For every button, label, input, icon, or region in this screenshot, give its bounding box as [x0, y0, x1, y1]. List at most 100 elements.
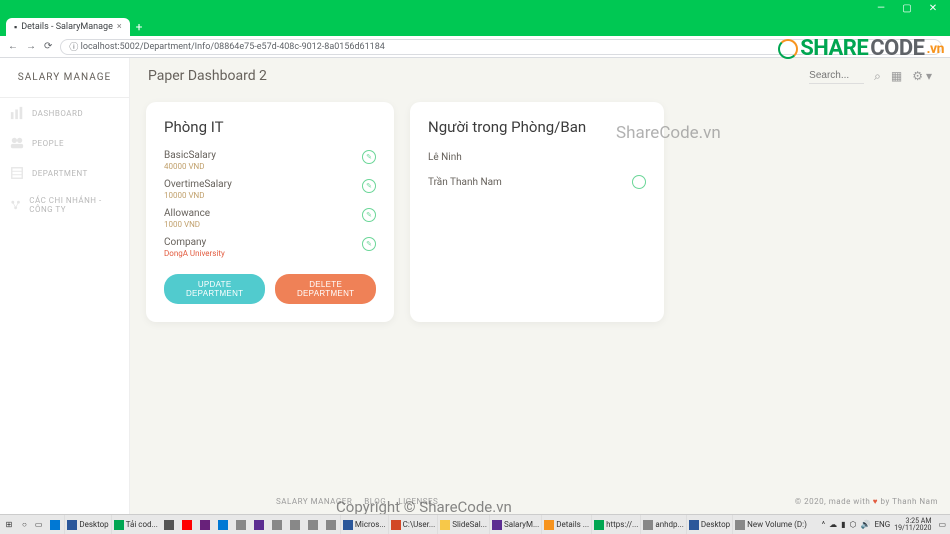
nav-forward-icon[interactable]: →: [26, 41, 36, 52]
grid-icon[interactable]: ▦: [891, 69, 902, 83]
search-input[interactable]: [809, 68, 864, 84]
copyright-suffix: by Thanh Nam: [878, 497, 938, 506]
main-content: Paper Dashboard 2 ⌕ ▦ ⚙ ▾ Phòng IT Basic…: [130, 58, 950, 514]
tray-icon[interactable]: ☁: [829, 520, 837, 529]
task-pinned-icon[interactable]: [214, 515, 232, 534]
status-circle-icon[interactable]: [632, 175, 646, 189]
url-text: localhost:5002/Department/Info/08864e75-…: [81, 42, 385, 52]
task-pinned-icon[interactable]: [196, 515, 214, 534]
sidebar-item-label: DEPARTMENT: [32, 169, 88, 178]
task-pinned-icon[interactable]: [250, 515, 268, 534]
task-view-icon[interactable]: ▭: [31, 515, 47, 534]
field-company: Company DongA University ✎: [164, 233, 376, 262]
tray-chevron-icon[interactable]: ^: [822, 520, 825, 529]
task-pinned-icon[interactable]: [322, 515, 340, 534]
branch-icon: [10, 198, 21, 212]
task-item[interactable]: Details ...: [541, 515, 591, 534]
header: Paper Dashboard 2 ⌕ ▦ ⚙ ▾: [130, 58, 950, 94]
task-search-icon[interactable]: ○: [18, 515, 31, 534]
start-button[interactable]: ⊞: [0, 520, 18, 529]
field-value: 1000 VND: [164, 220, 210, 229]
department-icon: [10, 166, 24, 180]
person-name: Trần Thanh Nam: [428, 177, 502, 188]
tray-clock[interactable]: 3:25 AM 19/11/2020: [894, 518, 934, 532]
field-left: Allowance 1000 VND: [164, 208, 210, 229]
task-pinned-icon[interactable]: [286, 515, 304, 534]
task-item[interactable]: C:\User...: [388, 515, 438, 534]
task-pinned-icon[interactable]: [178, 515, 196, 534]
nav-reload-icon[interactable]: ⟳: [44, 41, 52, 52]
field-value: 10000 VND: [164, 191, 232, 200]
dashboard-icon: [10, 106, 24, 120]
footer-copyright: © 2020, made with ♥ by Thanh Nam: [795, 497, 938, 506]
logo-text-1: SHARE: [800, 36, 868, 61]
edit-icon[interactable]: ✎: [362, 208, 376, 222]
footer-link[interactable]: BLOG: [364, 497, 386, 506]
task-item[interactable]: New Volume (D:): [732, 515, 809, 534]
people-card: Người trong Phòng/Ban Lê Ninh Trần Thanh…: [410, 102, 664, 322]
new-tab-button[interactable]: +: [136, 20, 143, 36]
task-pinned-icon[interactable]: [268, 515, 286, 534]
tray-icon[interactable]: ▮: [841, 520, 845, 529]
content-area: Phòng IT BasicSalary 40000 VND ✎ Overtim…: [130, 94, 950, 330]
button-row: UPDATE DEPARTMENT DELETE DEPARTMENT: [164, 274, 376, 304]
field-basic-salary: BasicSalary 40000 VND ✎: [164, 146, 376, 175]
field-value: 40000 VND: [164, 162, 216, 171]
task-item[interactable]: Tải cod...: [111, 515, 160, 534]
tab-title: Details - SalaryManage: [21, 22, 113, 32]
task-item[interactable]: SalaryM...: [489, 515, 541, 534]
tray-network-icon[interactable]: ⬡: [850, 520, 857, 529]
field-value: DongA University: [164, 249, 225, 258]
windows-taskbar: ⊞ ○ ▭ Desktop Tải cod... Micros... C:\Us…: [0, 514, 950, 534]
tab-close-icon[interactable]: ×: [117, 22, 122, 32]
edit-icon[interactable]: ✎: [362, 237, 376, 251]
tray-notification-icon[interactable]: ▭: [938, 520, 946, 529]
task-pinned-icon[interactable]: [232, 515, 250, 534]
task-pinned-icon[interactable]: [304, 515, 322, 534]
gear-icon[interactable]: ⚙ ▾: [912, 69, 932, 83]
task-item[interactable]: Desktop: [64, 515, 110, 534]
system-tray: ^ ☁ ▮ ⬡ 🔊 ENG 3:25 AM 19/11/2020 ▭: [822, 515, 950, 534]
logo-text-2: CODE: [870, 36, 924, 61]
person-row: Lê Ninh: [428, 146, 646, 169]
task-item[interactable]: https://...: [591, 515, 640, 534]
field-left: OvertimeSalary 10000 VND: [164, 179, 232, 200]
task-item[interactable]: SlideSal...: [437, 515, 489, 534]
sidebar-item-dashboard[interactable]: DASHBOARD: [0, 98, 129, 128]
search-icon[interactable]: ⌕: [874, 69, 881, 84]
sidebar-item-branch[interactable]: CÁC CHI NHÁNH - CÔNG TY: [0, 188, 129, 222]
edit-icon[interactable]: ✎: [362, 150, 376, 164]
tray-volume-icon[interactable]: 🔊: [861, 520, 871, 529]
task-pinned-icon[interactable]: [46, 515, 64, 534]
footer-links: SALARY MANAGER BLOG LICENSES: [276, 497, 438, 506]
window-minimize-button[interactable]: —: [868, 0, 894, 16]
tray-lang[interactable]: ENG: [874, 520, 890, 529]
tray-date: 19/11/2020: [894, 525, 931, 532]
task-item[interactable]: Micros...: [340, 515, 388, 534]
tab-favicon: ▪: [14, 22, 17, 33]
sidebar-item-label: PEOPLE: [32, 139, 64, 148]
task-pinned-icon[interactable]: [160, 515, 178, 534]
edit-icon[interactable]: ✎: [362, 179, 376, 193]
task-item[interactable]: Desktop: [686, 515, 732, 534]
window-maximize-button[interactable]: ▢: [894, 0, 920, 16]
people-icon: [10, 136, 24, 150]
sidebar-item-label: DASHBOARD: [32, 109, 83, 118]
nav-back-icon[interactable]: ←: [8, 41, 18, 52]
window-titlebar: — ▢ ✕: [0, 0, 950, 16]
people-title: Người trong Phòng/Ban: [428, 118, 646, 136]
sidebar-item-department[interactable]: DEPARTMENT: [0, 158, 129, 188]
footer-link[interactable]: SALARY MANAGER: [276, 497, 352, 506]
task-item[interactable]: anhdp...: [640, 515, 686, 534]
delete-department-button[interactable]: DELETE DEPARTMENT: [275, 274, 376, 304]
sidebar-item-people[interactable]: PEOPLE: [0, 128, 129, 158]
window-close-button[interactable]: ✕: [920, 0, 946, 16]
field-label: OvertimeSalary: [164, 179, 232, 190]
footer-link[interactable]: LICENSES: [398, 497, 438, 506]
sidebar: SALARY MANAGE DASHBOARD PEOPLE DEPARTMEN…: [0, 58, 130, 514]
app-container: SALARY MANAGE DASHBOARD PEOPLE DEPARTMEN…: [0, 58, 950, 514]
person-name: Lê Ninh: [428, 152, 462, 163]
browser-tab[interactable]: ▪ Details - SalaryManage ×: [6, 18, 130, 36]
browser-tabbar: ▪ Details - SalaryManage × +: [0, 16, 950, 36]
update-department-button[interactable]: UPDATE DEPARTMENT: [164, 274, 265, 304]
